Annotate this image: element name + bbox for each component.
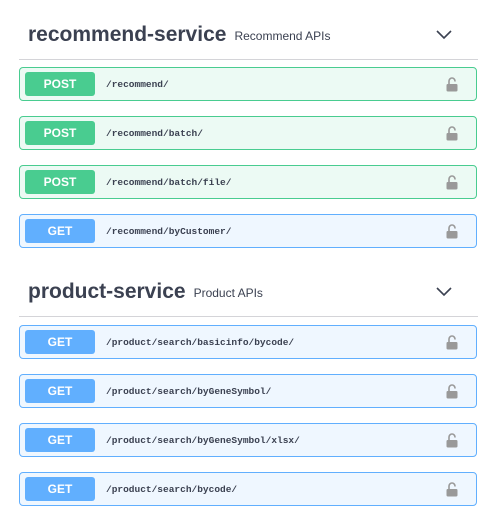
operation-post-recommend-batch[interactable]: POST /recommend/batch/ — [19, 116, 477, 150]
method-badge: GET — [25, 477, 95, 501]
method-badge: POST — [25, 121, 95, 145]
unlock-icon[interactable] — [445, 174, 459, 190]
section-title: recommend-service — [28, 22, 227, 46]
operation-path: /recommend/ — [106, 78, 169, 90]
operation-get-product-bycode[interactable]: GET /product/search/bycode/ — [19, 472, 477, 506]
operation-path: /product/search/basicinfo/bycode/ — [106, 336, 295, 348]
unlock-icon[interactable] — [445, 125, 459, 141]
operation-get-product-bygenesymbol[interactable]: GET /product/search/byGeneSymbol/ — [19, 374, 477, 408]
section-header-product-service[interactable]: product-service Product APIs — [19, 267, 478, 317]
section-header-recommend-service[interactable]: recommend-service Recommend APIs — [19, 10, 478, 60]
unlock-icon[interactable] — [445, 334, 459, 350]
swagger-page: recommend-service Recommend APIs POST /r… — [0, 0, 478, 507]
method-badge: POST — [25, 170, 95, 194]
operation-get-product-bygenesymbol-xlsx[interactable]: GET /product/search/byGeneSymbol/xlsx/ — [19, 423, 477, 457]
operation-get-recommend-bycustomer[interactable]: GET /recommend/byCustomer/ — [19, 214, 477, 248]
method-badge: GET — [25, 219, 95, 243]
unlock-icon[interactable] — [445, 481, 459, 497]
method-badge: GET — [25, 379, 95, 403]
unlock-icon[interactable] — [445, 223, 459, 239]
section-title: product-service — [28, 279, 186, 303]
operation-post-recommend-batch-file[interactable]: POST /recommend/batch/file/ — [19, 165, 477, 199]
unlock-icon[interactable] — [445, 432, 459, 448]
chevron-down-icon[interactable] — [436, 284, 452, 300]
section-product-service: product-service Product APIs GET /produc… — [19, 267, 478, 506]
operation-path: /product/search/byGeneSymbol/xlsx/ — [106, 434, 300, 446]
method-badge: GET — [25, 330, 95, 354]
operation-path: /product/search/byGeneSymbol/ — [106, 385, 272, 397]
operation-get-product-basicinfo-bycode[interactable]: GET /product/search/basicinfo/bycode/ — [19, 325, 477, 359]
operation-path: /recommend/batch/ — [106, 127, 203, 139]
section-recommend-service: recommend-service Recommend APIs POST /r… — [19, 10, 478, 248]
operation-path: /recommend/byCustomer/ — [106, 225, 232, 237]
chevron-down-icon[interactable] — [436, 27, 452, 43]
unlock-icon[interactable] — [445, 383, 459, 399]
section-description: Product APIs — [193, 286, 263, 300]
operation-path: /product/search/bycode/ — [106, 483, 238, 495]
method-badge: GET — [25, 428, 95, 452]
section-description: Recommend APIs — [234, 29, 331, 43]
operation-post-recommend[interactable]: POST /recommend/ — [19, 67, 477, 101]
unlock-icon[interactable] — [445, 76, 459, 92]
operation-path: /recommend/batch/file/ — [106, 176, 232, 188]
method-badge: POST — [25, 72, 95, 96]
